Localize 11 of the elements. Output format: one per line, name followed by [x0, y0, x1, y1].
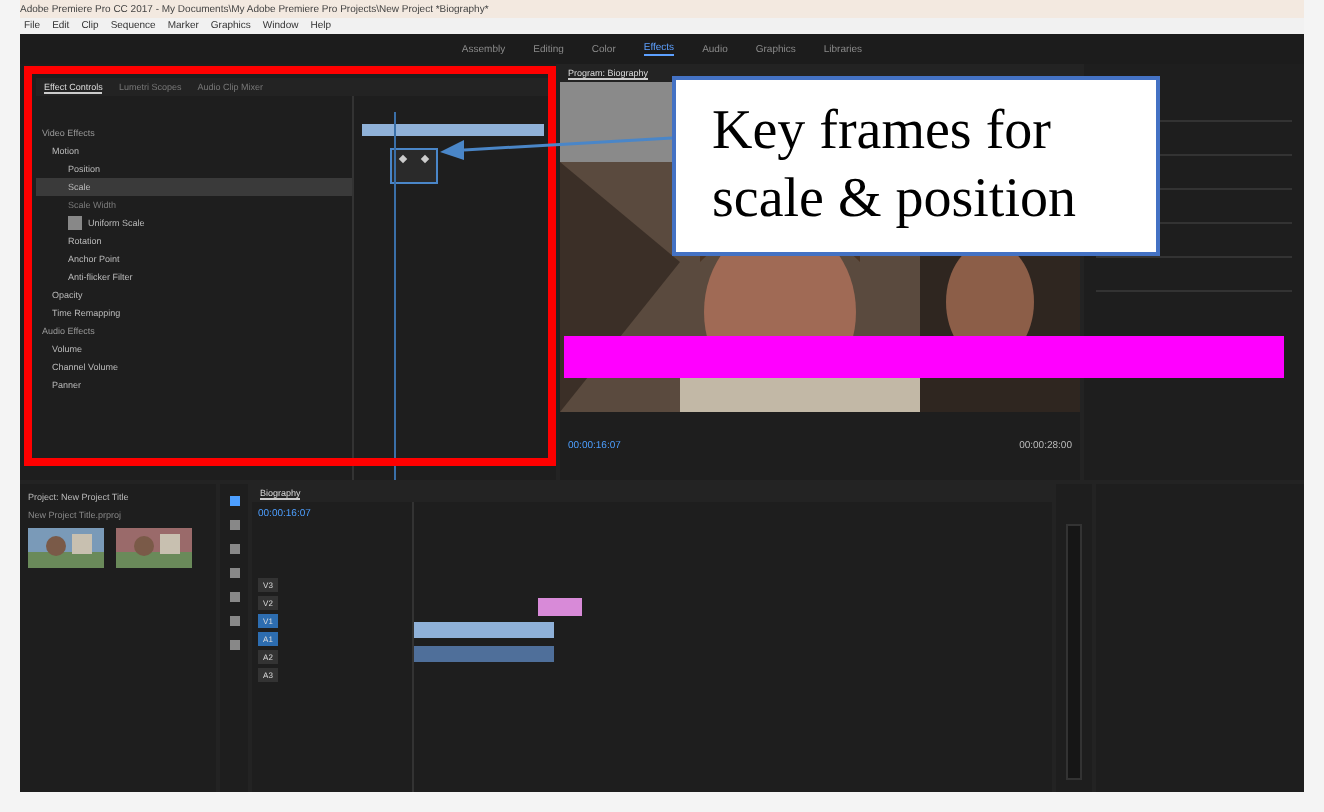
tool-icon[interactable]	[229, 640, 239, 650]
tool-icon[interactable]	[229, 592, 239, 602]
arrow-icon	[436, 132, 676, 164]
tool-icon[interactable]	[229, 496, 239, 506]
annotation-text: Key frames for scale & position	[672, 76, 1160, 256]
tool-icon[interactable]	[229, 544, 239, 554]
keyframe-pair[interactable]	[390, 148, 438, 184]
tool-icon[interactable]	[229, 568, 239, 578]
checkbox[interactable]	[68, 216, 82, 230]
tool-icon[interactable]	[229, 616, 239, 626]
tool-icon[interactable]	[229, 520, 239, 530]
